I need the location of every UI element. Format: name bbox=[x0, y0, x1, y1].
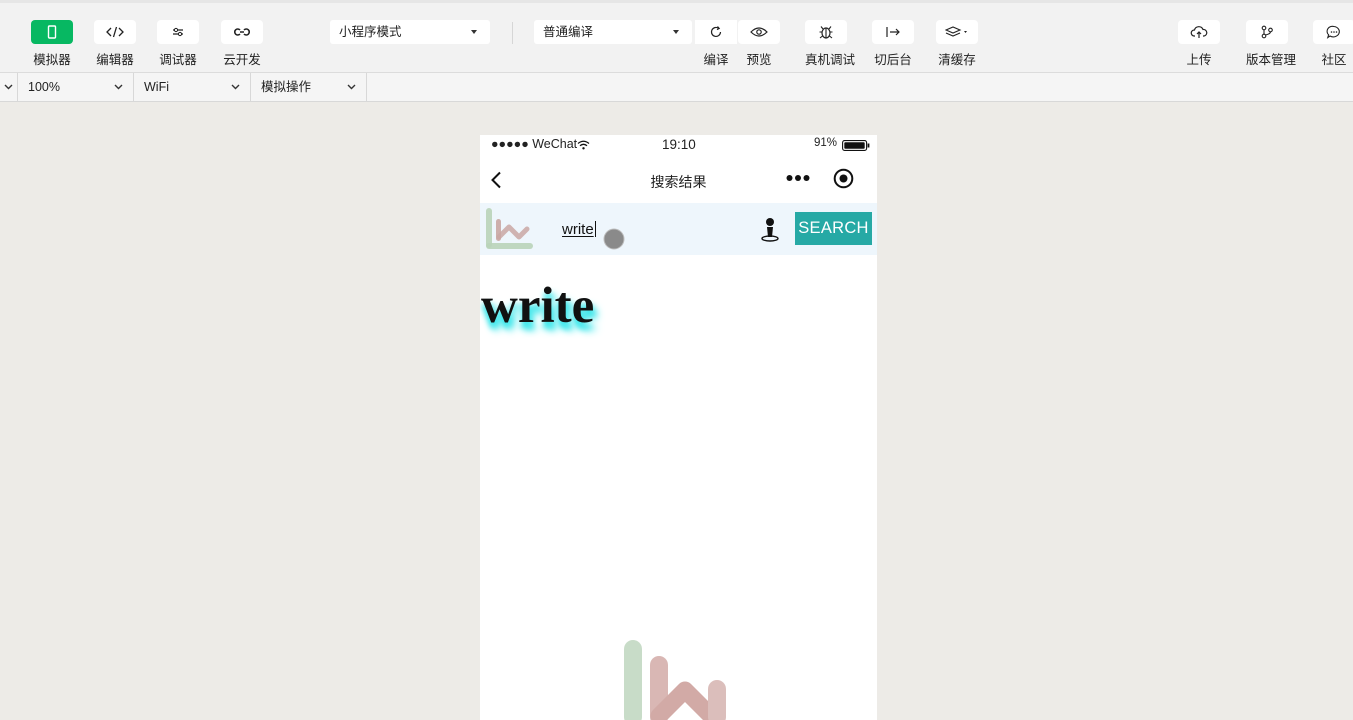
mode-select[interactable]: 小程序模式 bbox=[330, 20, 490, 44]
cloud-dev-label: 云开发 bbox=[223, 53, 261, 67]
search-button[interactable]: SEARCH bbox=[795, 212, 872, 245]
clear-cache-button[interactable] bbox=[936, 20, 978, 44]
mode-select-value: 小程序模式 bbox=[339, 25, 402, 39]
caret-down-icon bbox=[471, 30, 477, 34]
debugger-label: 调试器 bbox=[159, 53, 197, 67]
version-label: 版本管理 bbox=[1246, 53, 1297, 67]
preview-tool[interactable]: 预览 bbox=[738, 20, 780, 68]
compile-tool[interactable]: 编译 bbox=[695, 20, 737, 68]
background-label: 切后台 bbox=[874, 53, 912, 67]
chevron-down-icon bbox=[114, 84, 123, 90]
operation-value: 模拟操作 bbox=[261, 80, 312, 94]
close-capsule-icon[interactable] bbox=[833, 168, 854, 189]
layers-icon bbox=[945, 26, 967, 37]
community-tool[interactable]: 社区 bbox=[1313, 20, 1353, 68]
device-debug-button[interactable] bbox=[805, 20, 847, 44]
compile-label: 编译 bbox=[703, 53, 729, 67]
clear-cache-tool[interactable]: 清缓存 bbox=[936, 20, 978, 68]
chat-bubble-icon bbox=[1326, 25, 1340, 39]
upload-button[interactable] bbox=[1178, 20, 1220, 44]
search-input[interactable]: write bbox=[562, 221, 596, 238]
main-toolbar: 模拟器 编辑器 调试器 云开发 小程序模式 普通编译 编译 预览 真机调试 切后… bbox=[0, 0, 1353, 73]
title-strip bbox=[0, 0, 1353, 3]
editor-label: 编辑器 bbox=[96, 53, 134, 67]
zoom-select[interactable]: 100% bbox=[18, 73, 134, 101]
background-tool[interactable]: 切后台 bbox=[872, 20, 914, 68]
switch-out-icon bbox=[886, 27, 900, 37]
cloud-upload-icon bbox=[1190, 26, 1208, 38]
network-value: WiFi bbox=[144, 80, 169, 94]
editor-tool[interactable]: 编辑器 bbox=[94, 20, 136, 68]
code-icon bbox=[106, 26, 124, 38]
phone-nav-bar: 搜索结果 bbox=[480, 155, 877, 203]
device-select[interactable] bbox=[0, 73, 18, 101]
cloud-dev-tool[interactable]: 云开发 bbox=[221, 20, 263, 68]
phone-icon bbox=[47, 25, 57, 39]
result-word: write bbox=[481, 278, 595, 334]
community-label: 社区 bbox=[1321, 53, 1347, 67]
simulator-settings-bar: 100% WiFi 模拟操作 bbox=[0, 73, 1353, 102]
compile-select[interactable]: 普通编译 bbox=[534, 20, 692, 44]
clock-text: 19:10 bbox=[662, 137, 696, 152]
phone-simulator: ●●●●● WeChat 19:10 91% 搜索结果 write SEARCH… bbox=[480, 135, 877, 720]
page-title: 搜索结果 bbox=[650, 174, 707, 190]
compile-select-value: 普通编译 bbox=[543, 25, 594, 39]
branch-icon bbox=[1261, 25, 1273, 39]
compile-button[interactable] bbox=[695, 20, 737, 44]
phone-status-bar: ●●●●● WeChat 19:10 91% bbox=[480, 135, 877, 155]
toolbar-divider bbox=[512, 22, 513, 44]
version-button[interactable] bbox=[1246, 20, 1288, 44]
operation-select[interactable]: 模拟操作 bbox=[251, 73, 367, 101]
caret-down-icon bbox=[673, 30, 679, 34]
chevron-down-icon bbox=[4, 84, 13, 90]
chevron-down-icon bbox=[347, 84, 356, 90]
bug-icon bbox=[819, 26, 833, 39]
zoom-value: 100% bbox=[28, 80, 60, 94]
network-select[interactable]: WiFi bbox=[134, 73, 251, 101]
upload-tool[interactable]: 上传 bbox=[1178, 20, 1220, 68]
debugger-tool[interactable]: 调试器 bbox=[157, 20, 199, 68]
battery-icon bbox=[842, 140, 870, 151]
battery-text: 91% bbox=[814, 137, 838, 149]
device-debug-tool[interactable]: 真机调试 bbox=[805, 20, 856, 68]
simulator-tool[interactable]: 模拟器 bbox=[31, 20, 73, 68]
sliders-icon bbox=[173, 27, 183, 37]
wifi-icon bbox=[577, 140, 590, 150]
cloud-link-icon bbox=[234, 28, 250, 36]
refresh-icon bbox=[710, 26, 722, 38]
location-person-icon[interactable] bbox=[760, 217, 780, 243]
clear-cache-label: 清缓存 bbox=[938, 53, 976, 67]
search-bar: write SEARCH bbox=[480, 203, 877, 255]
eye-icon bbox=[750, 27, 768, 37]
app-logo-icon bbox=[486, 208, 533, 249]
carrier-text: ●●●●● WeChat bbox=[491, 137, 578, 151]
preview-label: 预览 bbox=[746, 53, 772, 67]
more-icon[interactable] bbox=[786, 174, 810, 182]
chevron-down-icon bbox=[231, 84, 240, 90]
device-debug-label: 真机调试 bbox=[805, 53, 856, 67]
simulator-label: 模拟器 bbox=[33, 53, 71, 67]
background-button[interactable] bbox=[872, 20, 914, 44]
version-tool[interactable]: 版本管理 bbox=[1246, 20, 1297, 68]
simulator-button[interactable] bbox=[31, 20, 73, 44]
editor-button[interactable] bbox=[94, 20, 136, 44]
watermark-logo-icon bbox=[624, 640, 726, 720]
upload-label: 上传 bbox=[1186, 53, 1212, 67]
community-button[interactable] bbox=[1313, 20, 1353, 44]
debugger-button[interactable] bbox=[157, 20, 199, 44]
touch-cursor-icon bbox=[603, 228, 625, 250]
cloud-dev-button[interactable] bbox=[221, 20, 263, 44]
preview-button[interactable] bbox=[738, 20, 780, 44]
